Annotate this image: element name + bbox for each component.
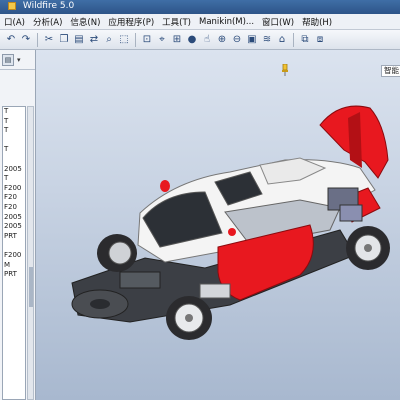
app-window: Wildfire 5.0 口(A) 分析(A) 信息(N) 应用程序(P) 工具… — [0, 0, 400, 400]
car-model-3d[interactable] — [0, 0, 400, 400]
